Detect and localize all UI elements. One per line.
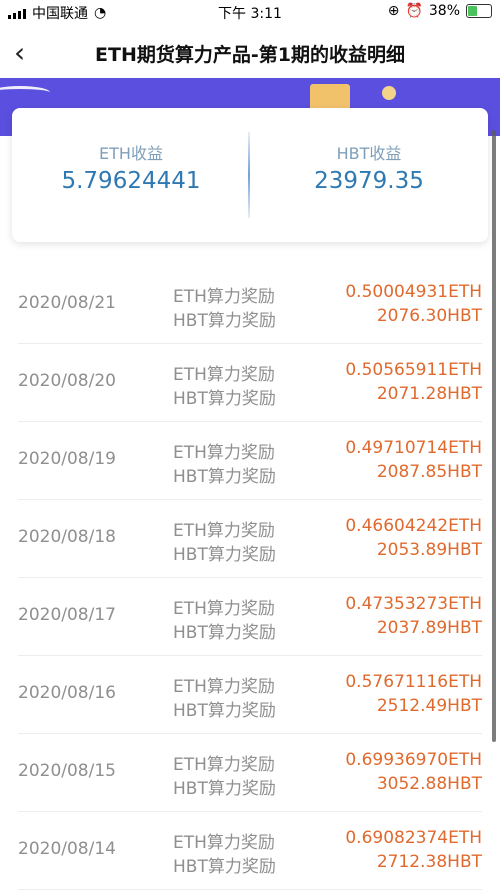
eth-reward-label: ETH算力奖励	[173, 833, 275, 853]
hbt-reward-value: 2071.28HBT	[376, 384, 482, 404]
list-item[interactable]: 2020/08/20 ETH算力奖励 0.50565911ETH HBT算力奖励…	[18, 344, 482, 422]
list-item[interactable]: 2020/08/16 ETH算力奖励 0.57671116ETH HBT算力奖励…	[18, 656, 482, 734]
page-title: ETH期货算力产品-第1期的收益明细	[95, 44, 405, 66]
hbt-summary-value: 23979.35	[314, 168, 424, 194]
list-item[interactable]: 2020/08/17 ETH算力奖励 0.47353273ETH HBT算力奖励…	[18, 578, 482, 656]
hbt-reward-value: 2087.85HBT	[376, 462, 482, 482]
eth-reward-label: ETH算力奖励	[173, 443, 275, 463]
earnings-list: 2020/08/21 ETH算力奖励 0.50004931ETH HBT算力奖励…	[18, 266, 482, 890]
navigation-bar: ‹ ETH期货算力产品-第1期的收益明细	[0, 26, 500, 78]
list-item[interactable]: 2020/08/21 ETH算力奖励 0.50004931ETH HBT算力奖励…	[18, 266, 482, 344]
eth-reward-label: ETH算力奖励	[173, 365, 275, 385]
eth-reward-value: 0.50004931ETH	[345, 282, 482, 302]
status-right: ⊕ ⏰ 38%	[388, 3, 492, 19]
eth-reward-value: 0.69082374ETH	[345, 828, 482, 848]
hbt-reward-value: 2037.89HBT	[376, 618, 482, 638]
earnings-summary-card: ETH收益 5.79624441 HBT收益 23979.35	[12, 108, 488, 242]
hbt-reward-value: 2712.38HBT	[376, 852, 482, 872]
eth-reward-label: ETH算力奖励	[173, 755, 275, 775]
row-date: 2020/08/18	[18, 527, 116, 547]
list-item[interactable]: 2020/08/19 ETH算力奖励 0.49710714ETH HBT算力奖励…	[18, 422, 482, 500]
banner-circle-graphic	[382, 86, 396, 100]
row-date: 2020/08/15	[18, 761, 116, 781]
hbt-summary: HBT收益 23979.35	[250, 108, 488, 242]
row-date: 2020/08/19	[18, 449, 116, 469]
scrollbar[interactable]	[492, 130, 496, 742]
row-date: 2020/08/16	[18, 683, 116, 703]
hbt-reward-label: HBT算力奖励	[173, 857, 276, 877]
hbt-reward-value: 2076.30HBT	[376, 306, 482, 326]
battery-percent: 38%	[428, 3, 460, 19]
hbt-reward-value: 2053.89HBT	[376, 540, 482, 560]
eth-reward-label: ETH算力奖励	[173, 521, 275, 541]
eth-reward-value: 0.50565911ETH	[345, 360, 482, 380]
eth-reward-value: 0.49710714ETH	[345, 438, 482, 458]
eth-reward-value: 0.47353273ETH	[345, 594, 482, 614]
row-date: 2020/08/14	[18, 839, 116, 859]
eth-reward-value: 0.46604242ETH	[345, 516, 482, 536]
eth-reward-value: 0.57671116ETH	[345, 672, 482, 692]
eth-summary-value: 5.79624441	[61, 168, 201, 194]
list-item[interactable]: 2020/08/14 ETH算力奖励 0.69082374ETH HBT算力奖励…	[18, 812, 482, 890]
hbt-reward-value: 3052.88HBT	[376, 774, 482, 794]
eth-reward-label: ETH算力奖励	[173, 287, 275, 307]
eth-summary-label: ETH收益	[99, 144, 163, 163]
hbt-reward-label: HBT算力奖励	[173, 779, 276, 799]
hbt-reward-label: HBT算力奖励	[173, 545, 276, 565]
hbt-reward-label: HBT算力奖励	[173, 311, 276, 331]
alarm-icon: ⏰	[405, 3, 423, 19]
row-date: 2020/08/17	[18, 605, 116, 625]
list-item[interactable]: 2020/08/18 ETH算力奖励 0.46604242ETH HBT算力奖励…	[18, 500, 482, 578]
orientation-lock-icon: ⊕	[387, 3, 400, 19]
row-date: 2020/08/20	[18, 371, 116, 391]
row-date: 2020/08/21	[18, 293, 116, 313]
hbt-reward-label: HBT算力奖励	[173, 623, 276, 643]
battery-icon	[466, 4, 492, 18]
hbt-reward-label: HBT算力奖励	[173, 467, 276, 487]
eth-reward-label: ETH算力奖励	[173, 677, 275, 697]
eth-summary: ETH收益 5.79624441	[12, 108, 250, 242]
eth-reward-label: ETH算力奖励	[173, 599, 275, 619]
hbt-reward-value: 2512.49HBT	[376, 696, 482, 716]
eth-reward-value: 0.69936970ETH	[345, 750, 482, 770]
hbt-reward-label: HBT算力奖励	[173, 701, 276, 721]
status-bar: 中国联通 ◔ 下午 3:11 ⊕ ⏰ 38%	[0, 0, 500, 26]
hbt-reward-label: HBT算力奖励	[173, 389, 276, 409]
hbt-summary-label: HBT收益	[336, 144, 402, 163]
list-item[interactable]: 2020/08/15 ETH算力奖励 0.69936970ETH HBT算力奖励…	[18, 734, 482, 812]
banner-decoration	[0, 86, 50, 99]
